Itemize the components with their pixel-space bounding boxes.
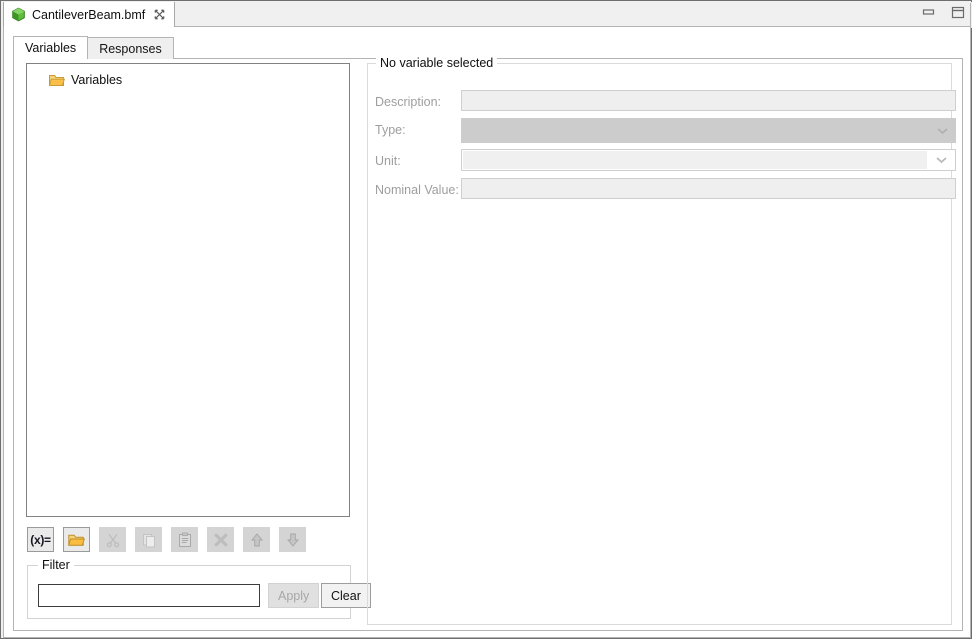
variable-details-legend: No variable selected bbox=[376, 56, 498, 70]
new-variable-button-label: (x)= bbox=[30, 532, 51, 547]
editor-tab-cantileverbeam[interactable]: CantileverBeam.bmf bbox=[3, 2, 176, 27]
tab-variables-label: Variables bbox=[25, 41, 77, 55]
close-icon[interactable] bbox=[153, 8, 166, 21]
variable-details-group: No variable selected Description: Type: bbox=[367, 56, 956, 625]
nominal-value-field bbox=[461, 178, 956, 199]
tab-responses-label: Responses bbox=[99, 41, 162, 56]
arrow-up-icon bbox=[250, 532, 263, 546]
nominal-value-label: Nominal Value: bbox=[375, 183, 459, 197]
description-field bbox=[461, 90, 956, 111]
editor-tab-bar: CantileverBeam.bmf bbox=[2, 2, 972, 28]
variables-responses-tabfolder: Variables Responses Variables (x)= Filte… bbox=[13, 36, 963, 631]
scissors-icon bbox=[106, 533, 119, 547]
tree-toolbar: (x)= bbox=[27, 527, 306, 552]
maximize-restore-icon[interactable] bbox=[949, 4, 966, 20]
folder-icon bbox=[49, 75, 65, 86]
variables-tree[interactable]: Variables bbox=[26, 63, 350, 517]
unit-combo bbox=[461, 149, 956, 171]
tree-item-variables[interactable]: Variables bbox=[27, 70, 349, 90]
type-row: Type: bbox=[368, 118, 956, 143]
variables-tab-content: Variables (x)= Filter Apply Clear No var… bbox=[13, 56, 963, 631]
folder-icon bbox=[68, 534, 85, 546]
copy-button bbox=[135, 527, 162, 552]
filter-input[interactable] bbox=[38, 584, 260, 607]
editor-tab-title: CantileverBeam.bmf bbox=[32, 7, 146, 22]
delete-x-icon bbox=[214, 533, 227, 546]
copy-icon bbox=[142, 533, 155, 547]
cut-button bbox=[99, 527, 126, 552]
type-combo bbox=[461, 118, 956, 143]
clear-button[interactable]: Clear bbox=[321, 583, 371, 608]
nominal-value-row: Nominal Value: bbox=[368, 178, 956, 202]
paste-button[interactable] bbox=[171, 527, 198, 552]
apply-button: Apply bbox=[268, 583, 320, 608]
unit-label: Unit: bbox=[375, 154, 401, 168]
paste-icon bbox=[178, 532, 191, 547]
tab-variables[interactable]: Variables bbox=[13, 36, 89, 59]
application-window: CantileverBeam.bmf Variables Responses V… bbox=[0, 0, 972, 639]
arrow-down-icon bbox=[286, 533, 299, 547]
green-cube-icon bbox=[12, 7, 25, 22]
unit-row: Unit: bbox=[368, 149, 956, 173]
move-up-button[interactable] bbox=[243, 527, 270, 552]
chevron-down-icon bbox=[937, 127, 948, 134]
filter-group: Filter Apply Clear bbox=[27, 558, 371, 619]
window-controls bbox=[920, 4, 966, 20]
new-folder-button[interactable] bbox=[63, 527, 90, 552]
delete-button bbox=[207, 527, 234, 552]
new-variable-button[interactable]: (x)= bbox=[27, 527, 54, 552]
tab-strip-empty-area bbox=[168, 3, 971, 27]
unit-combo-field bbox=[463, 151, 927, 169]
description-label: Description: bbox=[375, 95, 441, 109]
editor-body: Variables Responses Variables (x)= Filte… bbox=[3, 27, 971, 638]
tab-responses[interactable]: Responses bbox=[88, 37, 174, 59]
filter-group-legend: Filter bbox=[38, 558, 74, 572]
tree-item-label: Variables bbox=[71, 73, 123, 87]
move-down-button[interactable] bbox=[279, 527, 306, 552]
chevron-down-icon bbox=[936, 157, 947, 164]
variables-left-pane: Variables (x)= Filter Apply Clear bbox=[26, 63, 371, 625]
description-row: Description: bbox=[368, 90, 956, 114]
minimize-icon[interactable] bbox=[920, 4, 937, 20]
tab-headers: Variables Responses bbox=[13, 36, 174, 59]
type-label: Type: bbox=[375, 123, 406, 137]
